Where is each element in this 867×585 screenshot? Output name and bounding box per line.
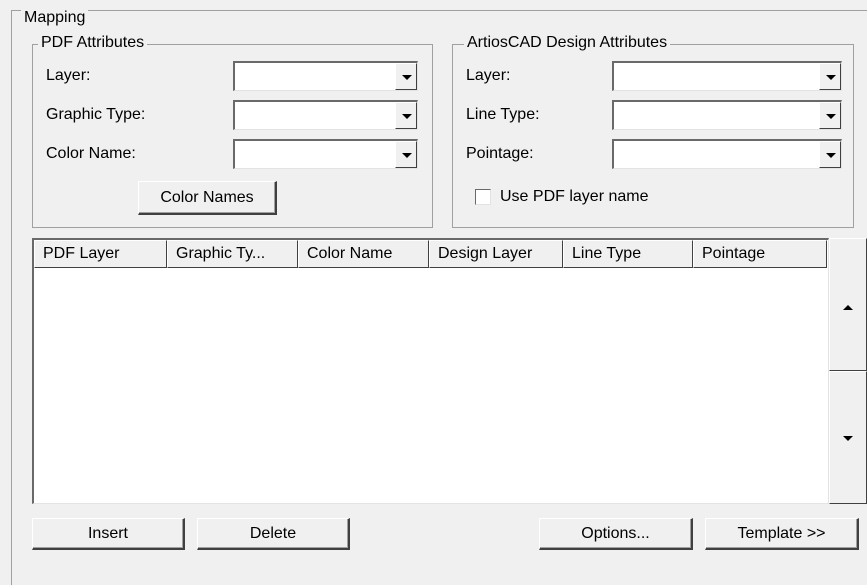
column-header-pointage[interactable]: Pointage: [693, 240, 827, 268]
chevron-down-icon[interactable]: [819, 141, 841, 168]
pdf-graphic-type-label: Graphic Type:: [46, 106, 146, 123]
design-pointage-combo[interactable]: [612, 139, 842, 169]
design-line-type-label: Line Type:: [466, 106, 540, 123]
insert-button[interactable]: Insert: [32, 518, 185, 550]
design-layer-label: Layer:: [466, 67, 511, 84]
design-line-type-combo[interactable]: [612, 100, 842, 130]
chevron-down-icon[interactable]: [819, 63, 841, 90]
pdf-graphic-type-combo[interactable]: [233, 100, 418, 130]
pdf-color-name-label: Color Name:: [46, 145, 136, 162]
delete-button[interactable]: Delete: [197, 518, 350, 550]
column-header-color-name[interactable]: Color Name: [298, 240, 429, 268]
options-button[interactable]: Options...: [539, 518, 693, 550]
mapping-list[interactable]: PDF Layer Graphic Ty... Color Name Desig…: [32, 238, 829, 504]
column-header-pdf-layer[interactable]: PDF Layer: [34, 240, 167, 268]
design-pointage-label: Pointage:: [466, 145, 534, 162]
pdf-layer-label: Layer:: [46, 67, 91, 84]
pdf-color-name-combo[interactable]: [233, 139, 418, 169]
chevron-down-icon[interactable]: [395, 102, 417, 129]
move-up-button[interactable]: [829, 238, 867, 371]
move-down-button[interactable]: [829, 371, 867, 504]
design-layer-combo[interactable]: [612, 61, 842, 91]
chevron-down-icon[interactable]: [395, 141, 417, 168]
template-button[interactable]: Template >>: [705, 518, 859, 550]
pdf-layer-combo[interactable]: [233, 61, 418, 91]
pdf-attributes-title: PDF Attributes: [38, 34, 148, 52]
column-header-design-layer[interactable]: Design Layer: [429, 240, 563, 268]
use-pdf-layer-name-label[interactable]: Use PDF layer name: [500, 187, 649, 207]
design-attributes-title: ArtiosCAD Design Attributes: [464, 34, 671, 52]
chevron-down-icon[interactable]: [395, 63, 417, 90]
chevron-down-icon[interactable]: [819, 102, 841, 129]
column-header-line-type[interactable]: Line Type: [563, 240, 693, 268]
use-pdf-layer-name-checkbox[interactable]: [475, 189, 491, 205]
mapping-group-title: Mapping: [21, 10, 89, 26]
column-header-graphic-type[interactable]: Graphic Ty...: [167, 240, 298, 268]
color-names-button[interactable]: Color Names: [138, 181, 277, 215]
